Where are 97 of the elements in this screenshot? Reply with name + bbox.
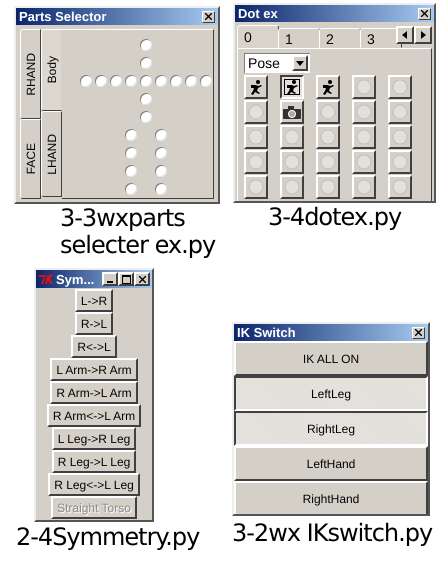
- window-title: IK Switch: [237, 325, 297, 340]
- close-icon: [415, 329, 422, 336]
- action-button[interactable]: R<->L: [71, 335, 117, 358]
- radio-button[interactable]: [140, 57, 152, 69]
- side-tab[interactable]: LHAND: [41, 111, 62, 197]
- action-button[interactable]: R Arm->L Arm: [50, 381, 138, 404]
- image-button[interactable]: [280, 75, 304, 99]
- action-button[interactable]: L->R: [74, 289, 114, 312]
- right-triangle-icon: [420, 31, 426, 39]
- radio-button[interactable]: [140, 93, 152, 105]
- side-tab[interactable]: RHAND: [20, 29, 41, 119]
- blank-circle-icon: [392, 179, 408, 195]
- caption-text: 3-2wx IKswitch.py: [232, 520, 432, 547]
- blank-circle-icon: [356, 179, 372, 195]
- caption-text: 3-3wxparts: [60, 205, 186, 232]
- toggle-button[interactable]: LeftHand: [234, 446, 428, 481]
- radio-button[interactable]: [124, 165, 136, 177]
- scroll-right-button[interactable]: [414, 26, 432, 44]
- blank-circle-icon: [248, 179, 264, 195]
- minimize-button[interactable]: [102, 272, 118, 286]
- radio-button[interactable]: [140, 111, 152, 123]
- toggle-button[interactable]: RightLeg: [234, 411, 428, 446]
- blank-circle-icon: [284, 129, 300, 145]
- tab[interactable]: 1: [278, 28, 320, 48]
- blank-circle-icon: [284, 179, 300, 195]
- caption-text: 3-4dotex.py: [268, 204, 402, 231]
- radio-button[interactable]: [124, 183, 136, 195]
- radio-button[interactable]: [154, 129, 166, 141]
- toggle-button[interactable]: RightHand: [234, 481, 428, 514]
- dropdown-arrow-button[interactable]: [292, 55, 308, 71]
- dropdown-value: Pose: [247, 55, 281, 71]
- feather-logo-icon: [38, 273, 54, 285]
- radio-button[interactable]: [154, 183, 166, 195]
- maximize-icon: [122, 274, 130, 284]
- side-tab[interactable]: FACE: [20, 119, 41, 199]
- radio-button[interactable]: [124, 129, 136, 141]
- caption-text: 2-4Symmetry.py: [16, 524, 200, 551]
- radio-button[interactable]: [94, 75, 106, 87]
- radio-button[interactable]: [140, 39, 152, 51]
- radio-button[interactable]: [154, 147, 166, 159]
- blank-circle-icon: [356, 154, 372, 170]
- blank-circle-icon: [356, 129, 372, 145]
- blank-circle-icon: [320, 104, 336, 120]
- action-button[interactable]: L Leg->R Leg: [52, 427, 136, 450]
- blank-circle-icon: [392, 154, 408, 170]
- action-button[interactable]: R Leg->L Leg: [52, 450, 136, 473]
- blank-circle-icon: [320, 179, 336, 195]
- window-title: Sym...: [56, 272, 96, 286]
- blank-circle-icon: [320, 129, 336, 145]
- toggle-button[interactable]: LeftLeg: [234, 376, 428, 411]
- close-button[interactable]: [134, 272, 150, 286]
- blank-circle-icon: [392, 129, 408, 145]
- action-button[interactable]: R Leg<->L Leg: [48, 473, 140, 496]
- left-triangle-icon: [402, 31, 408, 39]
- blank-circle-icon: [356, 79, 372, 95]
- blank-circle-icon: [320, 154, 336, 170]
- blank-circle-icon: [248, 129, 264, 145]
- radio-button[interactable]: [80, 75, 92, 87]
- close-button[interactable]: [202, 10, 215, 22]
- radio-button[interactable]: [110, 75, 122, 87]
- radio-button[interactable]: [154, 165, 166, 177]
- close-button[interactable]: [412, 326, 425, 338]
- side-tab[interactable]: Body: [41, 29, 62, 111]
- action-button[interactable]: R Arm<->L Arm: [46, 404, 142, 427]
- window-title: Dot ex: [238, 6, 279, 21]
- toggle-button[interactable]: IK ALL ON: [234, 341, 428, 376]
- running-figure-icon: [320, 79, 336, 95]
- blank-circle-icon: [248, 104, 264, 120]
- caret-icon: [296, 60, 304, 66]
- scroll-left-button[interactable]: [396, 26, 414, 44]
- radio-button[interactable]: [200, 75, 212, 87]
- blank-circle-icon: [392, 104, 408, 120]
- pose-dropdown[interactable]: Pose: [244, 53, 310, 73]
- blank-circle-icon: [248, 154, 264, 170]
- caption-text: selecter ex.py: [60, 232, 216, 259]
- radio-button[interactable]: [124, 147, 136, 159]
- running-figure-icon: [284, 79, 300, 95]
- maximize-button[interactable]: [118, 272, 134, 286]
- close-icon: [421, 10, 428, 17]
- camera-icon: [283, 106, 301, 118]
- tab[interactable]: 2: [319, 28, 361, 48]
- window-title: Parts Selector: [19, 9, 108, 24]
- radio-button[interactable]: [170, 75, 182, 87]
- blank-circle-icon: [356, 104, 372, 120]
- action-button[interactable]: L Arm->R Arm: [50, 358, 138, 381]
- close-icon: [138, 276, 146, 282]
- radio-button[interactable]: [140, 75, 152, 87]
- radio-button[interactable]: [124, 75, 136, 87]
- radio-button[interactable]: [184, 75, 196, 87]
- close-button[interactable]: [418, 8, 431, 20]
- action-button[interactable]: R->L: [74, 312, 114, 335]
- running-figure-icon: [248, 79, 264, 95]
- tab[interactable]: 0: [237, 25, 279, 48]
- radio-button[interactable]: [154, 75, 166, 87]
- close-icon: [205, 13, 212, 20]
- blank-circle-icon: [284, 154, 300, 170]
- blank-circle-icon: [392, 79, 408, 95]
